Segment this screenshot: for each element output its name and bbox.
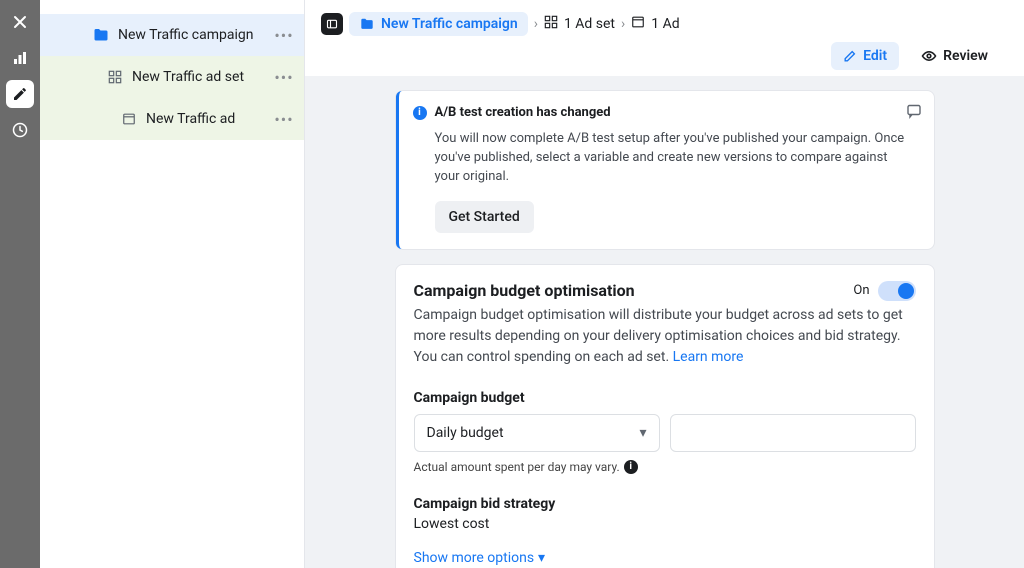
budget-type-select[interactable]: Daily budget ▾ [414, 414, 660, 452]
tree-row-campaign[interactable]: New Traffic campaign ••• [40, 14, 304, 56]
more-icon[interactable]: ••• [274, 110, 294, 129]
cbo-description: Campaign budget optimisation will distri… [414, 305, 916, 368]
folder-icon [92, 26, 110, 44]
structure-sidebar: New Traffic campaign ••• New Traffic ad … [40, 0, 305, 568]
budget-select-value: Daily budget [427, 425, 504, 441]
bid-value: Lowest cost [414, 516, 916, 532]
show-more-options-link[interactable]: Show more options ▾ [414, 550, 916, 566]
tree-row-ad[interactable]: New Traffic ad ••• [40, 98, 304, 140]
crumb-adset[interactable]: 1 Ad set [544, 15, 615, 33]
budget-field-label: Campaign budget [414, 390, 916, 406]
cbo-toggle[interactable]: On [853, 281, 915, 301]
caret-down-icon: ▾ [639, 425, 646, 441]
crumb-ad-label: 1 Ad [651, 16, 679, 32]
folder-icon [359, 16, 375, 32]
notice-body: You will now complete A/B test setup aft… [413, 120, 920, 187]
notice-title: A/B test creation has changed [435, 105, 611, 120]
ad-icon [631, 15, 645, 33]
crumb-ad[interactable]: 1 Ad [631, 15, 679, 33]
crumb-campaign-label: New Traffic campaign [381, 16, 518, 32]
eye-icon [921, 48, 937, 64]
ad-icon [120, 110, 138, 128]
crumb-adset-label: 1 Ad set [564, 16, 615, 32]
tree-adset-label: New Traffic ad set [132, 69, 274, 85]
edit-icon[interactable] [6, 80, 34, 108]
budget-hint-text: Actual amount spent per day may vary. [414, 460, 620, 474]
edit-mode-button[interactable]: Edit [831, 42, 899, 70]
more-icon[interactable]: ••• [274, 68, 294, 87]
close-icon[interactable] [6, 8, 34, 36]
chart-icon[interactable] [6, 44, 34, 72]
get-started-button[interactable]: Get Started [435, 201, 534, 233]
review-mode-button[interactable]: Review [909, 42, 1000, 70]
edit-label: Edit [863, 48, 887, 64]
ab-test-card: i A/B test creation has changed You will… [395, 90, 935, 250]
breadcrumb: New Traffic campaign › 1 Ad set › 1 Ad [321, 12, 1008, 36]
chevron-right-icon: › [621, 16, 625, 32]
budget-amount-input[interactable] [670, 414, 916, 452]
left-rail [0, 0, 40, 568]
feedback-icon[interactable] [906, 103, 922, 123]
cbo-toggle-label: On [853, 283, 869, 298]
cbo-card: Campaign budget optimisation On Campaign… [395, 264, 935, 568]
more-icon[interactable]: ••• [274, 26, 294, 45]
toggle-switch-icon [878, 281, 916, 301]
tree-ad-label: New Traffic ad [146, 111, 274, 127]
chevron-right-icon: › [534, 16, 538, 32]
learn-more-link[interactable]: Learn more [673, 349, 744, 365]
pencil-icon [843, 49, 857, 63]
content-scroll[interactable]: i A/B test creation has changed You will… [305, 76, 1024, 568]
caret-down-icon: ▾ [538, 550, 545, 566]
mode-row: Edit Review [321, 42, 1008, 70]
info-icon: i [413, 106, 427, 120]
panel-toggle-icon[interactable] [321, 13, 343, 35]
cbo-title: Campaign budget optimisation [414, 281, 635, 300]
main-pane: New Traffic campaign › 1 Ad set › 1 Ad E… [305, 0, 1024, 568]
topbar: New Traffic campaign › 1 Ad set › 1 Ad E… [305, 0, 1024, 76]
cbo-desc-text: Campaign budget optimisation will distri… [414, 307, 903, 365]
clock-icon[interactable] [6, 116, 34, 144]
adset-icon [544, 15, 558, 33]
show-more-label: Show more options [414, 550, 535, 566]
bid-field-label: Campaign bid strategy [414, 496, 916, 512]
crumb-campaign[interactable]: New Traffic campaign [349, 12, 528, 36]
ab-test-notice: i A/B test creation has changed You will… [396, 91, 934, 249]
get-started-label: Get Started [449, 209, 520, 225]
tree-row-adset[interactable]: New Traffic ad set ••• [40, 56, 304, 98]
help-icon[interactable]: i [624, 460, 638, 474]
budget-hint: Actual amount spent per day may vary. i [414, 460, 916, 474]
review-label: Review [943, 48, 988, 64]
adset-icon [106, 68, 124, 86]
tree-campaign-label: New Traffic campaign [118, 27, 274, 43]
